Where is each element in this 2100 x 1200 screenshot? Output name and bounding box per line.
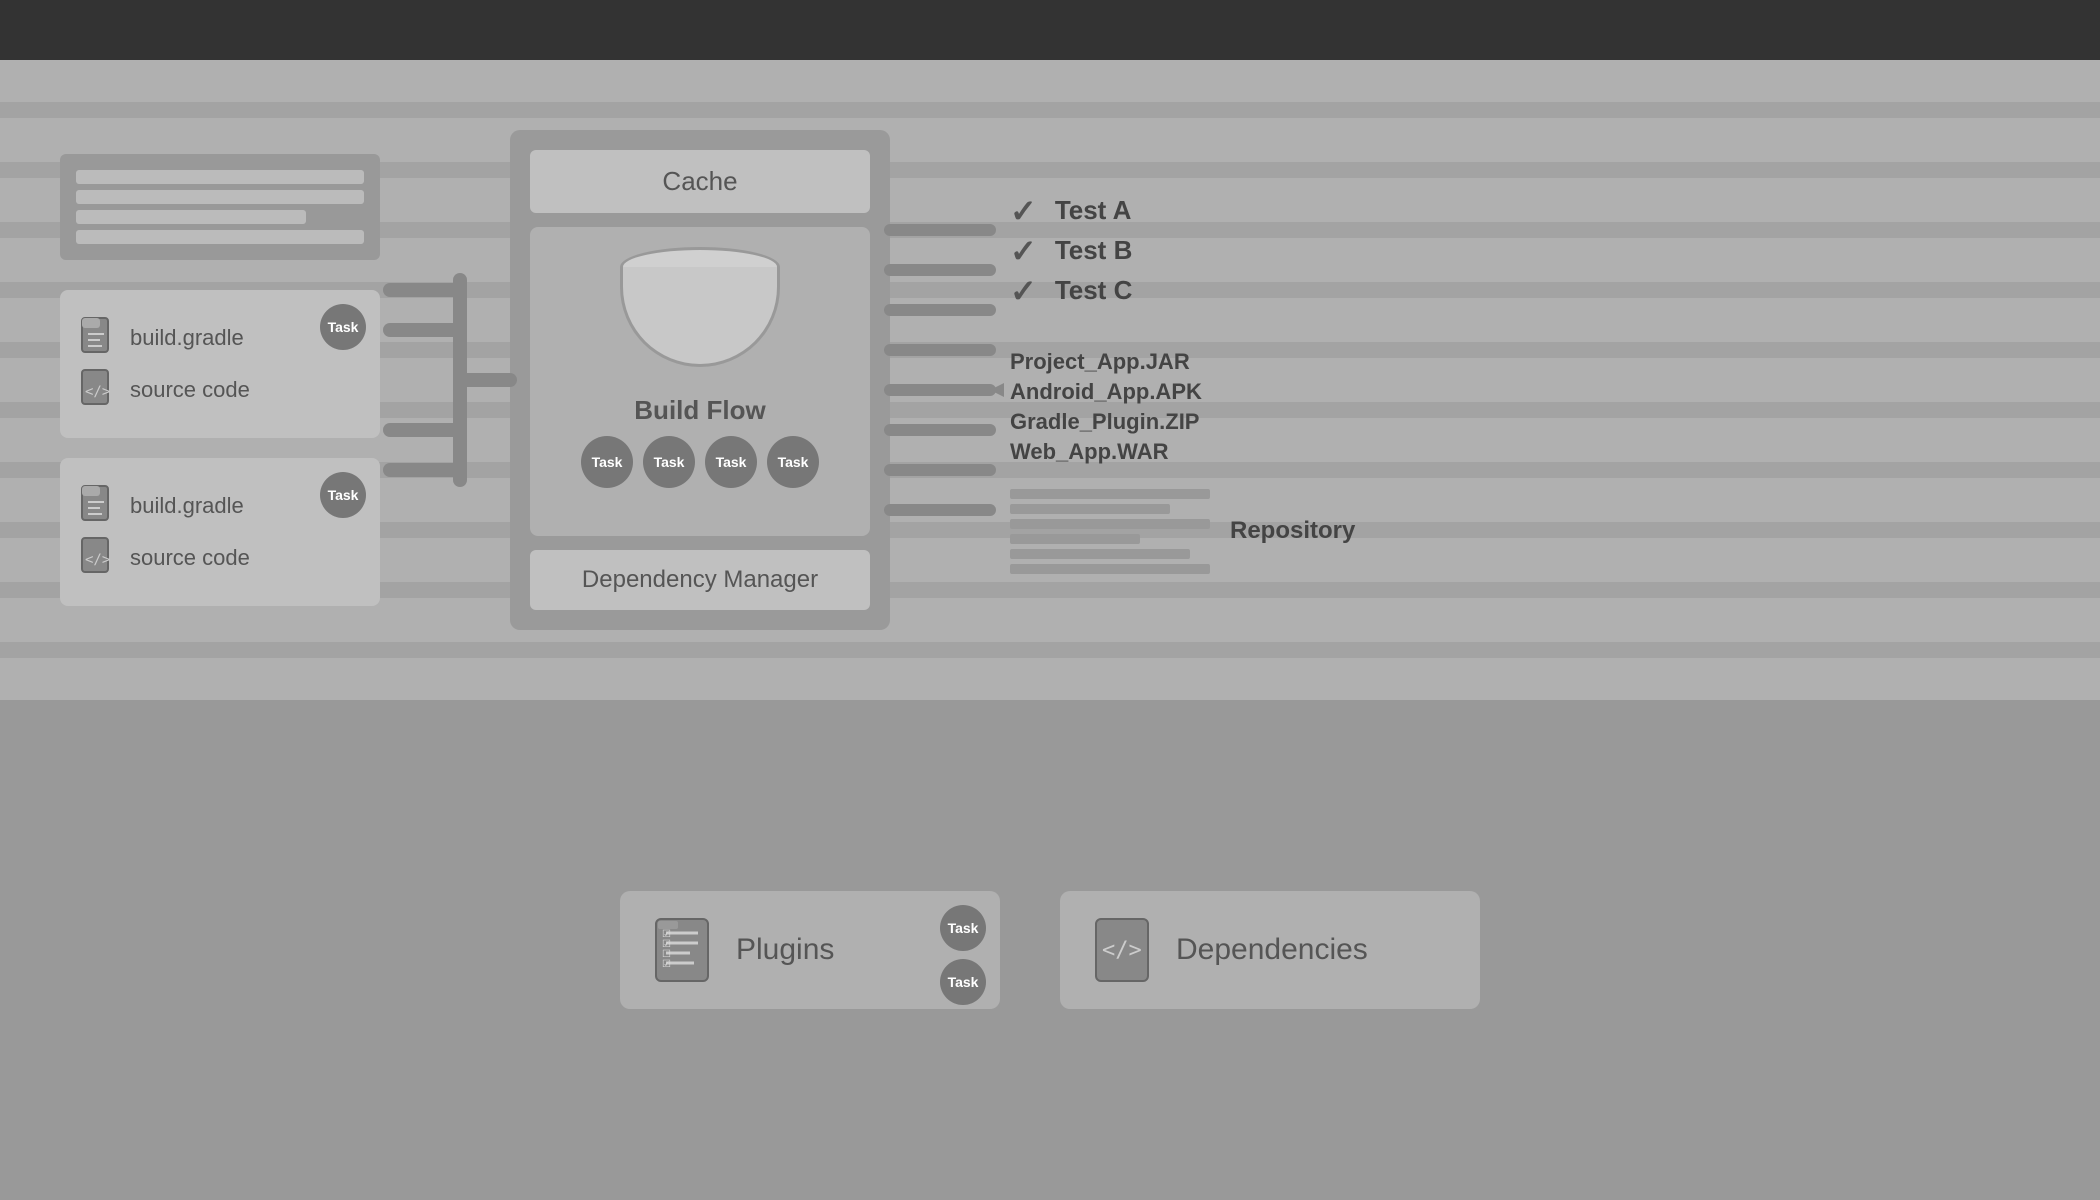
output-apk: Android_App.APK	[1010, 379, 1350, 405]
task-circle-2: Task	[643, 436, 695, 488]
connector-svg	[380, 130, 510, 630]
plugins-task-badge-1: Task	[940, 905, 986, 951]
checkmark-c: ✓	[1010, 275, 1037, 307]
upper-section: Task build.gradle	[0, 60, 2100, 700]
task-circle-4: Task	[767, 436, 819, 488]
cylinder	[620, 247, 780, 377]
repo-line	[1010, 534, 1140, 544]
output-zip: Gradle_Plugin.ZIP	[1010, 409, 1350, 435]
task-badge-1: Task	[320, 304, 366, 350]
dependencies-icon: </>	[1092, 915, 1152, 985]
test-a-label: Test A	[1055, 195, 1132, 226]
repo-line	[1010, 519, 1210, 529]
cache-box: Cache	[530, 150, 870, 213]
project-box-2: Task build.gradle	[60, 458, 380, 606]
repository-section: Repository	[1010, 489, 1350, 574]
settings-line	[76, 190, 364, 204]
build-gradle-label-1: build.gradle	[130, 325, 244, 351]
output-war: Web_App.WAR	[1010, 439, 1350, 465]
dependencies-box: </> Dependencies	[1060, 891, 1480, 1009]
source-code-label-1: source code	[130, 377, 250, 403]
settings-box	[60, 154, 380, 260]
plugins-box: ☑ ☑ ☐ ☑ Plugins Task Task	[620, 891, 1000, 1009]
build-flow-label: Build Flow	[634, 395, 765, 426]
task-circle-3: Task	[705, 436, 757, 488]
test-item-c: ✓ Test C	[1010, 275, 1350, 307]
plugins-icon: ☑ ☑ ☐ ☑	[652, 915, 712, 985]
test-item-b: ✓ Test B	[1010, 235, 1350, 267]
repository-label: Repository	[1230, 517, 1355, 545]
dependency-manager-box: Dependency Manager	[530, 550, 870, 610]
top-bar	[0, 0, 2100, 60]
svg-text:☑: ☑	[662, 959, 671, 970]
settings-line	[76, 210, 306, 224]
repo-line	[1010, 564, 1210, 574]
bottom-section: ☑ ☑ ☐ ☑ Plugins Task Task </> Dependenci…	[0, 700, 2100, 1200]
task-badge-2: Task	[320, 472, 366, 518]
svg-text:</>: </>	[85, 552, 110, 568]
left-column: Task build.gradle	[60, 154, 380, 606]
checkmark-a: ✓	[1010, 195, 1037, 227]
diagram-content: Task build.gradle	[0, 60, 2100, 700]
doc-icon-1	[80, 316, 116, 360]
cylinder-body	[620, 267, 780, 367]
right-connector-svg	[890, 130, 1010, 630]
repo-line	[1010, 504, 1170, 514]
code-icon-1: </>	[80, 368, 116, 412]
svg-text:</>: </>	[1102, 938, 1142, 963]
checkmark-b: ✓	[1010, 235, 1037, 267]
repo-line	[1010, 489, 1210, 499]
project-row-build-gradle-1: build.gradle	[80, 316, 360, 360]
build-flow-container: Build Flow Task Task Task Task	[530, 227, 870, 536]
project-row-build-gradle-2: build.gradle	[80, 484, 360, 528]
build-gradle-label-2: build.gradle	[130, 493, 244, 519]
settings-line	[76, 230, 364, 244]
source-code-label-2: source code	[130, 545, 250, 571]
test-c-label: Test C	[1055, 275, 1133, 306]
code-icon-2: </>	[80, 536, 116, 580]
settings-line	[76, 170, 364, 184]
project-row-source-code-2: </> source code	[80, 536, 360, 580]
repo-line	[1010, 549, 1190, 559]
task-row: Task Task Task Task	[581, 436, 819, 488]
repo-lines	[1010, 489, 1210, 574]
project-row-source-code-1: </> source code	[80, 368, 360, 412]
test-item-a: ✓ Test A	[1010, 195, 1350, 227]
doc-icon-2	[80, 484, 116, 528]
left-connectors	[380, 130, 510, 630]
right-connectors	[890, 130, 1010, 630]
task-circle-1: Task	[581, 436, 633, 488]
right-column: ✓ Test A ✓ Test B ✓ Test C Project_App.J…	[1010, 187, 1350, 574]
plugins-badge-stack: Task Task	[940, 905, 986, 1005]
plugins-task-badge-2: Task	[940, 959, 986, 1005]
plugins-label: Plugins	[736, 933, 834, 967]
output-files: Project_App.JAR Android_App.APK Gradle_P…	[1010, 349, 1350, 465]
tests-section: ✓ Test A ✓ Test B ✓ Test C	[1010, 187, 1350, 315]
dependencies-label: Dependencies	[1176, 933, 1368, 967]
project-box-1: Task build.gradle	[60, 290, 380, 438]
main-area: Task build.gradle	[0, 60, 2100, 1200]
svg-text:</>: </>	[85, 384, 110, 400]
gradle-block: Cache Build Flow Task Task Task Task	[510, 130, 890, 630]
test-b-label: Test B	[1055, 235, 1133, 266]
output-jar: Project_App.JAR	[1010, 349, 1350, 375]
